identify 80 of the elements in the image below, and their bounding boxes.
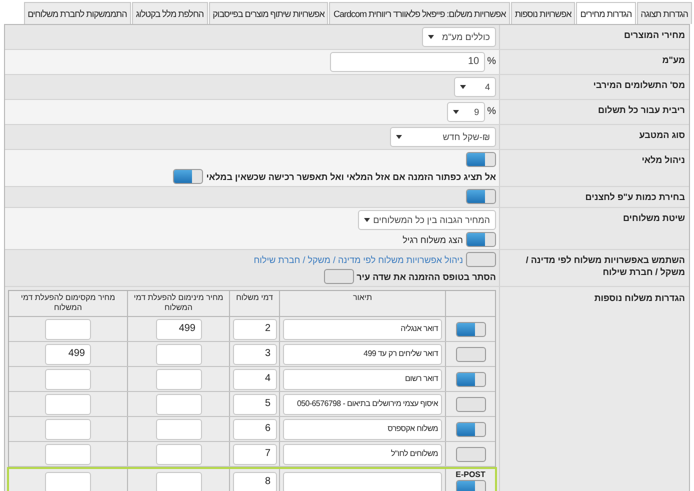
caret-icon (364, 218, 370, 222)
option-label: הסתר בטופס ההזמנה את שדה עיר (356, 270, 496, 282)
caret-icon (428, 35, 434, 39)
setting-label: השתמש באפשרויות משלוח לפי מדינה / משקל / חברת שילוח (526, 255, 685, 277)
toggle-switch[interactable] (173, 169, 204, 184)
input-field[interactable]: דואר רשום (283, 368, 442, 390)
toggle-switch[interactable] (456, 446, 486, 462)
dropdown[interactable]: המחיר הגבוה בין כל המשלוחים (358, 210, 496, 230)
dropdown[interactable]: כוללים מע"מ (422, 27, 496, 47)
toggle-switch[interactable] (456, 372, 486, 386)
manage-link[interactable]: ניהול אפשרויות משלוח לפי מדינה / משקל / חברת שילוח (254, 254, 463, 266)
input-field[interactable] (45, 418, 91, 440)
column-header: תיאור (353, 293, 372, 304)
input-field[interactable] (45, 318, 91, 340)
input-field[interactable]: איסוף עצמי מירושלים בתיאום - 050-6576798 (283, 394, 442, 414)
input-field[interactable]: משלוח אקספרס (283, 418, 442, 440)
input-field[interactable] (156, 368, 202, 390)
setting-label: שיטת משלוחים (623, 213, 685, 223)
input-field[interactable] (156, 444, 202, 464)
setting-label: ריבית עבור כל תשלום (598, 105, 685, 115)
tab[interactable]: התממשקות לחברת משלוחים (24, 2, 131, 24)
input-field[interactable]: 6 (232, 418, 276, 440)
option-label: הצג משלוח רגיל (402, 234, 463, 246)
setting-label: מס' התשלומים המירבי (593, 80, 685, 90)
toggle-switch[interactable] (324, 269, 354, 284)
column-header: מחיר מקסימום להפעלת דמי המשלוח (20, 293, 116, 314)
input-field[interactable]: 5 (232, 394, 276, 414)
setting-label: מע"מ (662, 55, 685, 65)
input-field[interactable] (156, 394, 202, 414)
dropdown[interactable]: 4 (454, 77, 496, 97)
dropdown[interactable]: 9 (447, 102, 486, 122)
input-field[interactable] (45, 444, 91, 464)
toggle-switch[interactable] (466, 252, 496, 267)
toggle-switch[interactable] (456, 422, 486, 436)
input-field[interactable]: משלוחים לחו"ל (283, 444, 442, 464)
tab[interactable]: אפשרויות משלום: פייפאל פלאוורד ריווחית Cardcom (329, 2, 510, 24)
toggle-switch[interactable] (456, 396, 486, 412)
toggle-switch[interactable] (466, 189, 496, 204)
setting-label: הגדרות משלוח נוספות (594, 293, 685, 303)
dropdown[interactable]: ₪-שקל חדש (390, 127, 496, 147)
tab[interactable]: אפשרויות נוספות (510, 2, 576, 24)
caret-icon (396, 135, 402, 139)
input-field[interactable]: דואר אנגליה (283, 318, 442, 340)
unit-label: % (487, 106, 496, 118)
input-field[interactable]: 7 (232, 444, 276, 464)
input-field[interactable] (45, 472, 91, 491)
input-field[interactable] (156, 418, 202, 440)
tab[interactable]: אפשרויות שיתוף מוצרים בפייסבוק (208, 2, 328, 24)
input-field[interactable] (156, 344, 202, 364)
toggle-switch[interactable] (466, 232, 496, 247)
setting-label: בחירת כמות ע"פ לחצנים (585, 192, 685, 202)
toggle-switch[interactable] (466, 152, 496, 167)
method-name: E-POST (456, 470, 486, 480)
input-field[interactable]: 499 (156, 318, 202, 340)
input-field[interactable] (45, 368, 91, 390)
input-field[interactable]: דואר שליחים רק עד 499 (283, 344, 442, 364)
input-field[interactable] (283, 472, 442, 491)
input-field[interactable] (156, 472, 202, 491)
toggle-switch[interactable] (456, 480, 486, 491)
caret-icon (460, 85, 466, 89)
column-header: מחיר מינימום להפעלת דמי המשלוח (132, 293, 224, 314)
setting-label: סוג המטבע (639, 130, 685, 140)
input-field[interactable]: 4 (232, 368, 276, 390)
input-field[interactable]: 2 (232, 318, 276, 340)
input-field[interactable]: 10 (330, 52, 486, 72)
input-field[interactable]: 3 (232, 344, 276, 364)
option-label: אל תציג כפתור הזמנה אם אזל המלאי ואל תאפשר רכישה שכשאין במלאי (206, 170, 496, 182)
column-header: דמי משלוח (236, 293, 273, 304)
input-field[interactable]: 499 (45, 344, 91, 364)
setting-label: מחירי המוצרים (624, 30, 685, 40)
unit-label: % (487, 56, 496, 68)
tab[interactable]: הגדרות מחירים (576, 2, 636, 24)
tab[interactable]: החלפת מלל בקטלוג (132, 2, 208, 24)
toggle-switch[interactable] (456, 346, 486, 362)
tab[interactable]: הגדרות תצוגה (636, 2, 692, 24)
toggle-switch[interactable] (456, 322, 486, 336)
setting-label: ניהול מלאי (642, 155, 685, 165)
input-field[interactable] (45, 394, 91, 414)
input-field[interactable]: 8 (232, 472, 276, 491)
caret-icon (453, 110, 460, 114)
